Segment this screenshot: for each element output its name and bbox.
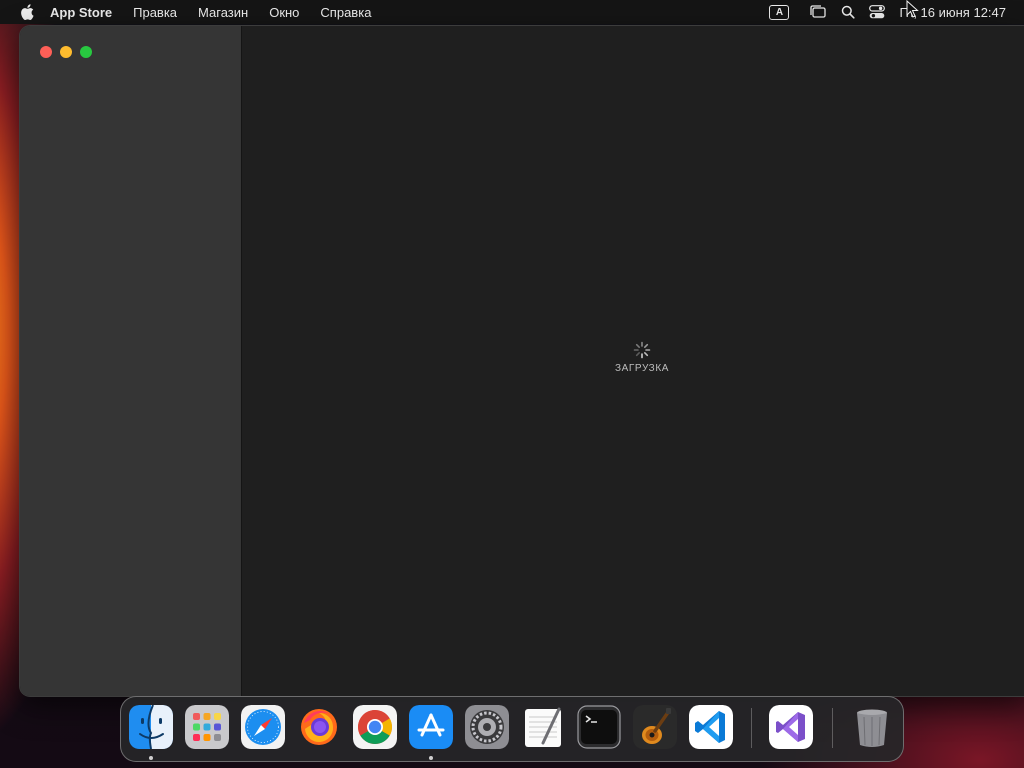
finder-icon[interactable] [129,705,173,749]
visual-studio-icon[interactable] [769,705,813,749]
textedit-icon[interactable] [521,705,565,749]
menu-bar-status-area: A Пт, 16 июня 12:47 [769,0,1024,24]
dock-separator [751,708,752,748]
finder-running-indicator [149,756,153,760]
app-store-icon[interactable] [409,705,453,749]
loading-spinner-icon [633,341,651,359]
menu-help[interactable]: Справка [320,5,371,20]
vscode-icon[interactable] [689,705,733,749]
firefox-icon[interactable] [297,705,341,749]
menu-edit[interactable]: Правка [133,5,177,20]
menu-bar: App Store Правка Магазин Окно Справка A [0,0,1024,24]
loading-indicator: ЗАГРУЗКА [614,341,670,374]
garageband-icon[interactable] [633,705,677,749]
window-zoom-button[interactable] [80,46,92,58]
trash-icon[interactable] [850,705,894,749]
system-settings-icon[interactable] [465,705,509,749]
window-minimize-button[interactable] [60,46,72,58]
menu-window[interactable]: Окно [269,5,299,20]
dock-separator-trash [832,708,833,748]
app-store-running-indicator [429,756,433,760]
terminal-icon[interactable] [577,705,621,749]
spotlight-search-icon[interactable] [841,4,856,20]
loading-label: ЗАГРУЗКА [614,363,670,374]
sidebar [20,26,242,696]
control-center-icon[interactable] [869,4,886,20]
safari-icon[interactable] [241,705,285,749]
input-source-indicator[interactable]: A [769,4,790,20]
dock [120,696,904,762]
window-close-button[interactable] [40,46,52,58]
apple-icon[interactable] [20,4,34,20]
menu-store[interactable]: Магазин [198,5,248,20]
main-content: ЗАГРУЗКА [242,26,1024,696]
chrome-icon[interactable] [353,705,397,749]
launchpad-icon[interactable] [185,705,229,749]
mouse-cursor-icon [906,0,919,18]
app-store-window: ЗАГРУЗКА [20,26,1024,696]
stage-manager-icon[interactable] [809,4,827,20]
menu-app-name[interactable]: App Store [50,5,112,20]
